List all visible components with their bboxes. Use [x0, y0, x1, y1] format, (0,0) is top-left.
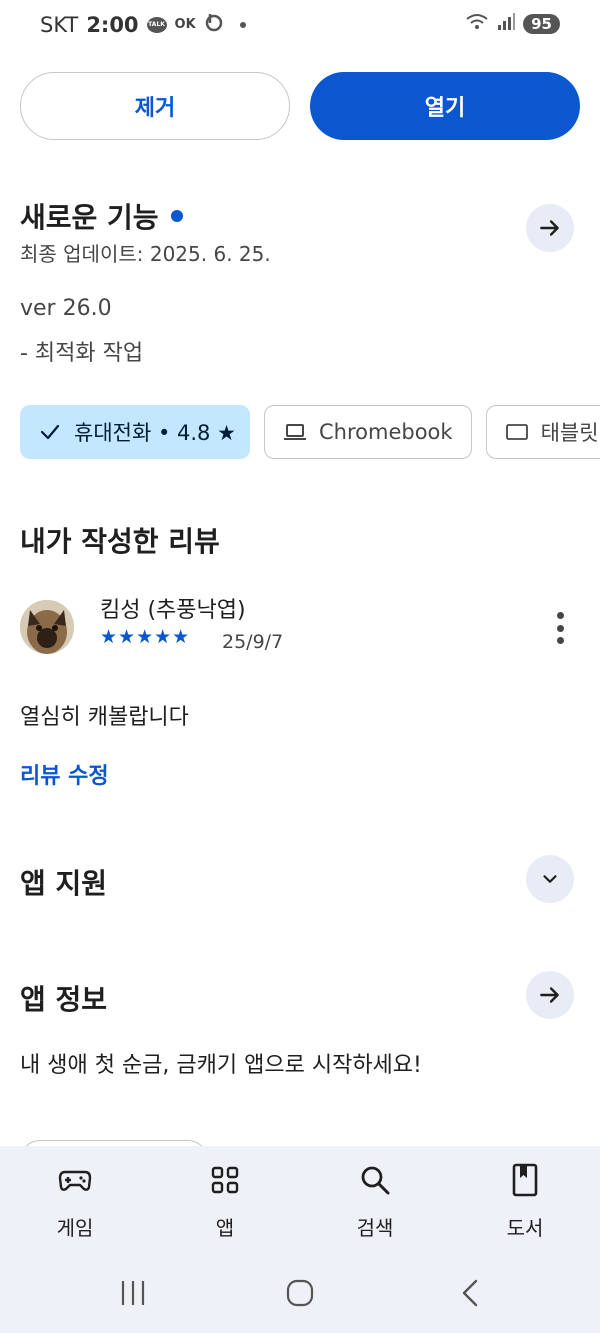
arrow-right-icon — [540, 987, 559, 1003]
nav-games-label: 게임 — [56, 1216, 94, 1240]
apps-icon — [211, 1166, 239, 1194]
nav-apps[interactable]: 앱 — [170, 1162, 280, 1241]
avatar — [20, 600, 74, 654]
more-options-icon[interactable] — [550, 612, 570, 644]
nav-apps-label: 앱 — [215, 1216, 235, 1240]
carrier-label: SKT — [40, 12, 79, 37]
star-rating: ★★★★★ — [100, 626, 191, 648]
whats-new-arrow-button[interactable] — [526, 204, 574, 252]
app-description: 내 생애 첫 순금, 금캐기 앱으로 시작하세요! — [20, 1053, 422, 1078]
arrow-right-icon — [540, 220, 559, 236]
status-bar: SKT 2:00 TALK OK 95 — [0, 0, 600, 52]
chip-chromebook[interactable]: Chromebook — [264, 405, 472, 459]
status-right: 95 — [465, 12, 560, 36]
tablet-icon — [505, 424, 528, 440]
whats-new-title: 새로운 기능 — [20, 201, 159, 234]
books-icon — [512, 1163, 538, 1197]
new-indicator-dot — [170, 210, 183, 222]
chip-tablet[interactable]: 태블릿 — [485, 405, 600, 459]
device-chips: 휴대전화 • 4.8 ★ Chromebook 태블릿 — [20, 405, 600, 459]
back-icon[interactable] — [455, 1278, 485, 1308]
remove-button[interactable]: 제거 — [20, 72, 290, 140]
whats-new-header[interactable]: 새로운 기능 — [20, 196, 183, 236]
games-icon — [58, 1170, 92, 1191]
battery-level: 95 — [523, 14, 560, 34]
app-info-title[interactable]: 앱 정보 — [20, 978, 107, 1018]
system-navigation — [0, 1270, 600, 1320]
check-icon — [40, 424, 60, 440]
app-support-expand-button[interactable] — [526, 855, 574, 903]
chip-tablet-label: 태블릿 — [540, 421, 599, 445]
notification-dot — [239, 21, 246, 28]
reviewer-name: 킴성 (추풍낙엽) — [100, 598, 246, 623]
b-icon — [204, 12, 224, 37]
signal-icon — [497, 13, 516, 35]
chip-chromebook-label: Chromebook — [319, 420, 453, 444]
wifi-icon — [465, 12, 489, 36]
open-button[interactable]: 열기 — [310, 72, 580, 140]
ok-icon: OK — [174, 17, 196, 32]
last-updated: 최종 업데이트: 2025. 6. 25. — [20, 242, 271, 266]
dog-avatar-image — [20, 600, 74, 654]
home-icon[interactable] — [285, 1278, 315, 1308]
chevron-down-icon — [543, 875, 557, 883]
chip-phone-label: 휴대전화 • 4.8 ★ — [74, 421, 236, 445]
laptop-icon — [284, 424, 306, 440]
talk-icon: TALK — [146, 16, 167, 33]
status-left: SKT 2:00 TALK OK — [40, 12, 246, 37]
release-note: - 최적화 작업 — [20, 341, 144, 366]
nav-games[interactable]: 게임 — [20, 1162, 130, 1241]
review-text: 열심히 캐볼랍니다 — [20, 705, 189, 730]
nav-books-label: 도서 — [506, 1216, 544, 1240]
edit-review-link[interactable]: 리뷰 수정 — [20, 758, 109, 790]
nav-books[interactable]: 도서 — [470, 1162, 580, 1241]
nav-search-label: 검색 — [356, 1216, 394, 1240]
app-info-arrow-button[interactable] — [526, 971, 574, 1019]
app-support-title[interactable]: 앱 지원 — [20, 862, 107, 902]
recent-apps-icon[interactable] — [118, 1278, 148, 1308]
my-review-title: 내가 작성한 리뷰 — [20, 525, 220, 558]
chip-phone[interactable]: 휴대전화 • 4.8 ★ — [20, 405, 250, 459]
search-icon — [361, 1166, 390, 1195]
review-date: 25/9/7 — [222, 631, 284, 653]
clock: 2:00 — [86, 12, 139, 37]
nav-search[interactable]: 검색 — [320, 1162, 430, 1241]
version-text: ver 26.0 — [20, 296, 112, 321]
